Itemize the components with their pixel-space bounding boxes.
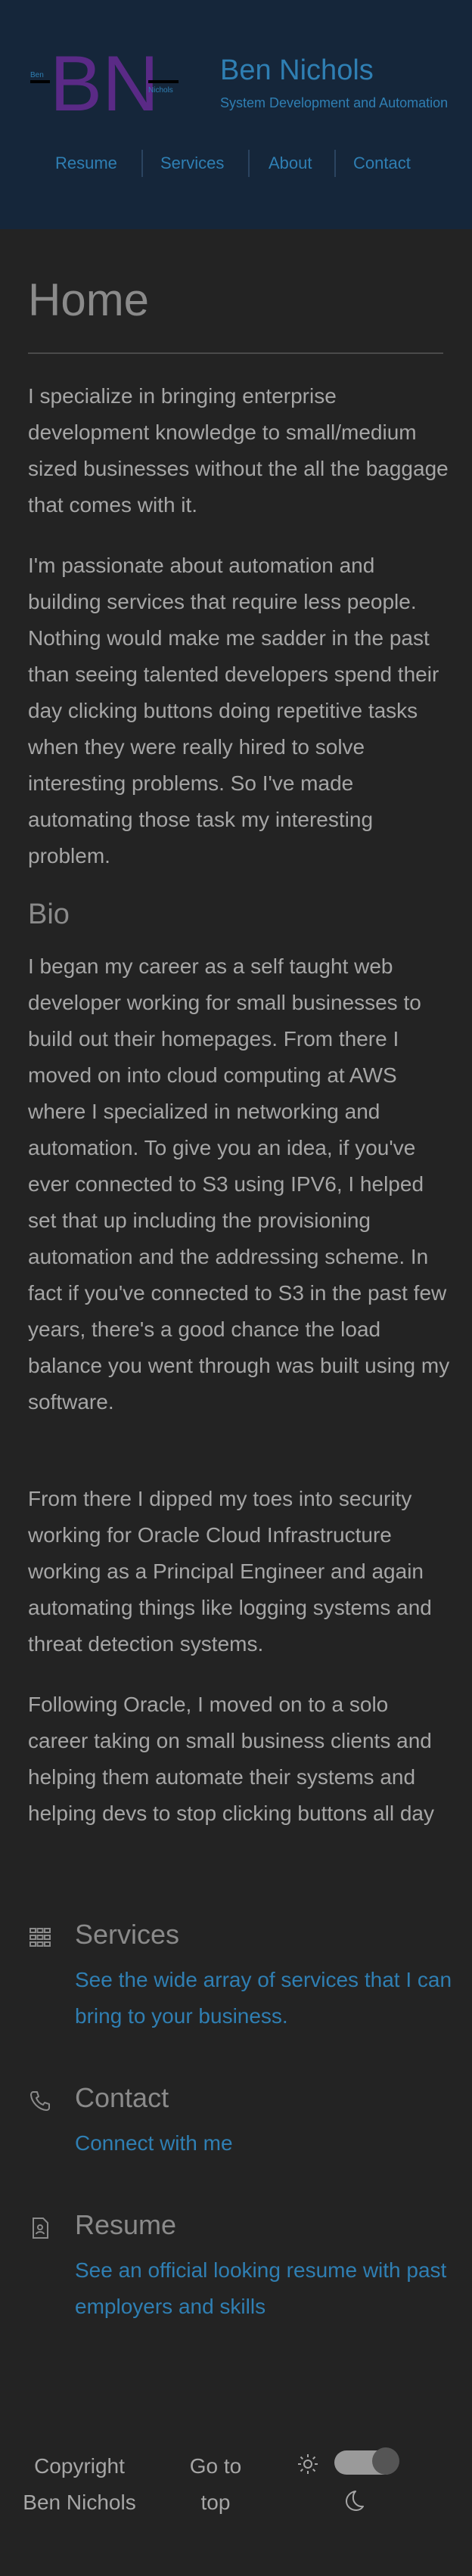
logo-small-right: Nichols [148, 86, 173, 95]
bio-paragraph: From there I dipped my toes into securit… [28, 1487, 432, 1656]
contact-link[interactable]: Connect with me [75, 2125, 453, 2162]
nav-contact[interactable]: Contact [353, 150, 411, 177]
services-title: Services [75, 1919, 180, 1950]
site-logo[interactable]: BN Ben Nichols [30, 47, 179, 116]
resume-link[interactable]: See an official looking resume with past… [75, 2252, 453, 2325]
bio-heading: Bio [28, 898, 70, 930]
bio-paragraph: Following Oracle, I moved on to a solo c… [28, 1693, 434, 1825]
bio-paragraph: I began my career as a self taught web d… [28, 954, 450, 1414]
sun-icon [298, 2454, 318, 2474]
main-nav: Resume Services About Contact [0, 150, 472, 177]
go-to-top-link[interactable]: Go to top [174, 2448, 257, 2521]
logo-letters: BN [50, 47, 159, 116]
copyright-text: Copyright Ben Nichols [23, 2454, 136, 2514]
resume-title: Resume [75, 2209, 177, 2240]
logo-small-left: Ben [30, 71, 44, 79]
intro-paragraph: I specialize in bringing enterprise deve… [28, 384, 449, 517]
title-divider [28, 352, 443, 354]
contact-title: Contact [75, 2082, 169, 2113]
nav-divider [141, 150, 143, 177]
nav-divider [248, 150, 250, 177]
resume-document-icon [33, 2218, 48, 2239]
nav-services[interactable]: Services [160, 150, 224, 177]
moon-icon [346, 2491, 364, 2511]
site-subtitle: System Development and Automation [220, 95, 449, 110]
phone-icon [30, 2091, 50, 2111]
site-header: BN Ben Nichols Ben Nichols System Develo… [0, 0, 472, 229]
nav-resume[interactable]: Resume [55, 150, 117, 177]
services-grid-icon [30, 1928, 51, 1947]
intro-paragraph: I'm passionate about automation and buil… [28, 554, 439, 867]
nav-about[interactable]: About [269, 150, 312, 177]
nav-divider [334, 150, 336, 177]
site-title[interactable]: Ben Nichols [220, 54, 374, 87]
page-title: Home [28, 275, 150, 325]
theme-toggle-knob[interactable] [372, 2447, 399, 2475]
services-link[interactable]: See the wide array of services that I ca… [75, 1962, 453, 2034]
